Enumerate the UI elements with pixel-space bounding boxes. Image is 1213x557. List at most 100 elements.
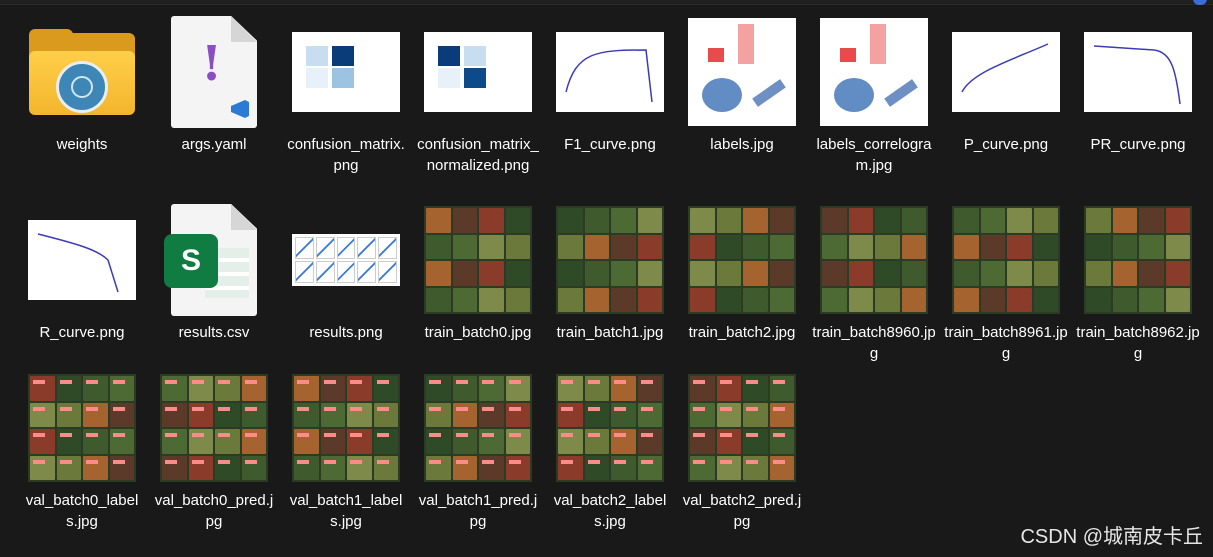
file-name-label: train_batch2.jpg xyxy=(688,324,796,341)
mosaic-tile xyxy=(1112,261,1137,286)
curve-line xyxy=(1093,45,1181,105)
mosaic-tile xyxy=(558,234,583,259)
curve-thumbnail xyxy=(28,220,136,300)
mosaic-tile xyxy=(452,402,477,427)
mosaic-tile xyxy=(611,455,636,480)
mosaic-tile xyxy=(822,287,847,312)
mosaic-tile xyxy=(690,287,715,312)
file-name-label: confusion_matrix.png xyxy=(287,136,405,174)
mosaic-tile xyxy=(848,208,873,233)
mosaic-tile xyxy=(1165,287,1190,312)
mosaic-tile xyxy=(716,261,741,286)
mini-plot xyxy=(357,261,377,283)
mosaic-tile xyxy=(426,208,451,233)
mosaic-tile xyxy=(505,234,530,259)
photo-mosaic xyxy=(424,374,532,482)
mosaic-tile xyxy=(426,287,451,312)
scatter-cluster xyxy=(752,79,786,107)
mosaic-tile xyxy=(637,261,662,286)
mosaic-tile xyxy=(426,429,451,454)
bar xyxy=(708,48,724,62)
mosaic-tile xyxy=(452,287,477,312)
image-thumbnail xyxy=(158,372,270,484)
file-name-label: val_batch2_labels.jpg xyxy=(553,492,667,530)
mosaic-tile xyxy=(716,208,741,233)
mosaic-tile xyxy=(558,429,583,454)
file-name-label: train_batch8961.jpg xyxy=(944,324,1068,362)
mosaic-tile xyxy=(743,234,768,259)
mosaic-tile xyxy=(162,376,187,401)
mosaic-tile xyxy=(479,376,504,401)
mosaic-tile xyxy=(188,376,213,401)
mosaic-tile xyxy=(875,287,900,312)
mosaic-tile xyxy=(690,208,715,233)
image-thumbnail xyxy=(950,204,1062,316)
excel-csv-icon: S xyxy=(158,204,270,316)
image-thumbnail xyxy=(554,204,666,316)
mosaic-tile xyxy=(215,455,240,480)
mini-plot xyxy=(336,261,356,283)
image-thumbnail xyxy=(422,372,534,484)
curve-thumbnail xyxy=(952,32,1060,112)
mosaic-tile xyxy=(1112,287,1137,312)
photo-mosaic xyxy=(1084,206,1192,314)
mosaic-tile xyxy=(83,429,108,454)
mosaic-tile xyxy=(611,234,636,259)
mosaic-tile xyxy=(637,402,662,427)
mosaic-tile xyxy=(1165,261,1190,286)
mosaic-tile xyxy=(426,455,451,480)
mini-plot xyxy=(315,261,335,283)
mosaic-tile xyxy=(294,455,319,480)
file-name-label: val_batch0_labels.jpg xyxy=(25,492,139,530)
mosaic-tile xyxy=(505,376,530,401)
mosaic-tile xyxy=(1086,208,1111,233)
image-thumbnail xyxy=(26,204,138,316)
mosaic-tile xyxy=(1007,287,1032,312)
matrix-cell xyxy=(438,68,460,88)
mosaic-tile xyxy=(452,429,477,454)
mosaic-tile xyxy=(558,402,583,427)
mosaic-tile xyxy=(426,376,451,401)
mosaic-tile xyxy=(690,261,715,286)
curve-line xyxy=(37,233,119,293)
mosaic-tile xyxy=(822,234,847,259)
mosaic-tile xyxy=(875,234,900,259)
mosaic-tile xyxy=(241,376,266,401)
photo-mosaic xyxy=(424,206,532,314)
mosaic-tile xyxy=(1139,261,1164,286)
mosaic-tile xyxy=(558,287,583,312)
mosaic-tile xyxy=(584,234,609,259)
corner-indicator xyxy=(1193,0,1207,5)
mosaic-tile xyxy=(769,261,794,286)
file-name-label: results.csv xyxy=(178,324,250,341)
mosaic-tile xyxy=(479,208,504,233)
curve-line xyxy=(565,49,653,103)
yaml-file-icon: ! xyxy=(158,16,270,128)
bar xyxy=(840,48,856,62)
excel-s-icon: S xyxy=(164,234,218,288)
mosaic-tile xyxy=(1033,287,1058,312)
labels-plot-thumbnail xyxy=(688,18,796,126)
mosaic-tile xyxy=(637,234,662,259)
mosaic-tile xyxy=(558,261,583,286)
mosaic-tile xyxy=(30,376,55,401)
mosaic-tile xyxy=(320,402,345,427)
mosaic-tile xyxy=(637,208,662,233)
mosaic-tile xyxy=(584,402,609,427)
mosaic-tile xyxy=(954,208,979,233)
mini-plot xyxy=(315,237,335,259)
mosaic-tile xyxy=(30,429,55,454)
mosaic-tile xyxy=(690,429,715,454)
mosaic-tile xyxy=(294,376,319,401)
mosaic-tile xyxy=(162,402,187,427)
image-thumbnail xyxy=(554,372,666,484)
mosaic-tile xyxy=(743,429,768,454)
matrix-cell xyxy=(438,46,460,66)
mosaic-tile xyxy=(743,287,768,312)
mosaic-tile xyxy=(848,261,873,286)
mosaic-tile xyxy=(373,455,398,480)
mini-plot xyxy=(357,237,377,259)
mosaic-tile xyxy=(1165,234,1190,259)
mosaic-tile xyxy=(611,429,636,454)
scatter-cluster xyxy=(884,79,918,107)
